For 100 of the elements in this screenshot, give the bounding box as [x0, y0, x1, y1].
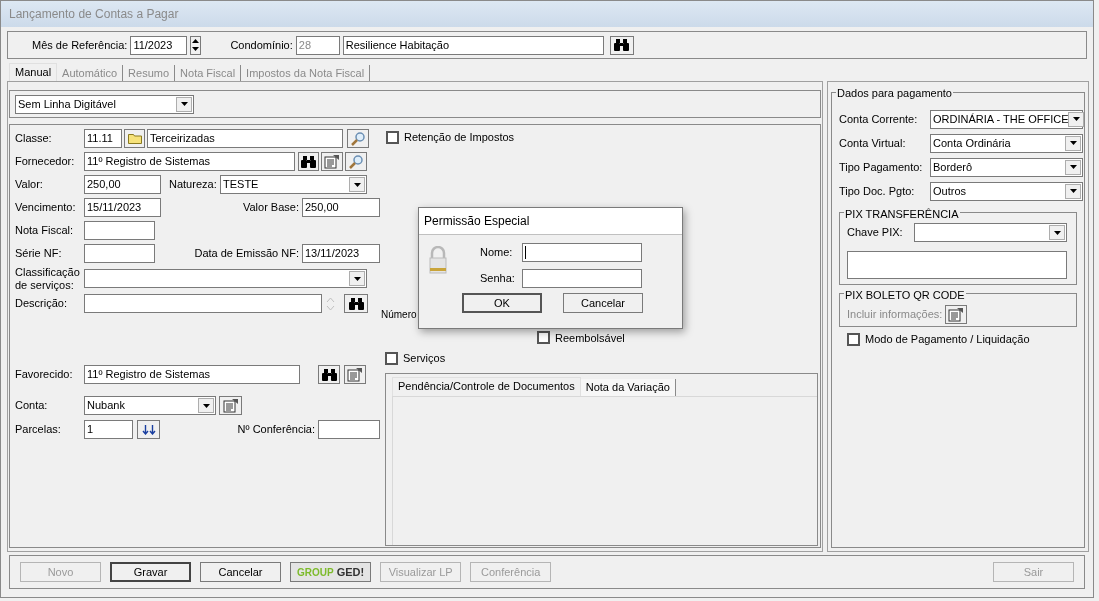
lock-icon: [429, 246, 447, 274]
tab[interactable]: Manual: [9, 63, 58, 81]
dialog-button[interactable]: OK: [462, 293, 542, 313]
field-label: Valor:: [15, 177, 44, 193]
search-button[interactable]: [609, 35, 634, 55]
field-label: Conta Corrente:: [839, 111, 919, 127]
search-icon: [351, 131, 365, 146]
caret-icon: [1069, 189, 1077, 193]
folder-button[interactable]: [124, 129, 145, 148]
binoculars-icon: [321, 368, 337, 381]
binoculars-icon: [301, 155, 316, 168]
dialog-title: Permissão Especial: [424, 213, 530, 230]
binoculars-icon: [348, 297, 364, 310]
search-icon: [349, 154, 363, 169]
tab[interactable]: Pendência/Controle de Documentos: [392, 376, 581, 396]
input-field[interactable]: 250,00: [302, 198, 380, 217]
search-button[interactable]: [344, 294, 368, 313]
input-field[interactable]: [84, 221, 155, 240]
field-label: Chave PIX:: [847, 225, 904, 241]
form-icon: [347, 367, 363, 382]
search-button[interactable]: [298, 152, 319, 171]
form-icon: [324, 154, 340, 169]
details-button[interactable]: [219, 396, 242, 415]
tab[interactable]: Nota da Variação: [580, 378, 676, 396]
checkbox[interactable]: [847, 332, 860, 346]
field-label: Descrição:: [15, 296, 68, 312]
input-field[interactable]: Resilience Habitação: [342, 35, 604, 55]
input-field[interactable]: 13/11/2023: [302, 244, 380, 263]
field-label: Parcelas:: [15, 422, 62, 438]
dialog-button[interactable]: Cancelar: [563, 293, 643, 313]
input-field[interactable]: 11/2023: [130, 35, 188, 55]
checkbox[interactable]: [537, 331, 550, 345]
field-label: Favorecido:: [15, 367, 74, 383]
input-field[interactable]: 11º Registro de Sistemas: [84, 365, 300, 384]
binoculars-icon: [614, 39, 630, 51]
field-label: Tipo Doc. Pgto:: [839, 183, 916, 199]
spinner-icon[interactable]: [190, 35, 202, 55]
caret-icon: [1073, 117, 1080, 121]
input-field[interactable]: 11º Registro de Sistemas: [84, 152, 295, 171]
checkbox[interactable]: [385, 351, 398, 365]
input-field[interactable]: [84, 244, 155, 263]
caret-icon: [180, 102, 188, 106]
field-label: Condomínio:: [230, 37, 293, 53]
field-label: Série NF:: [15, 246, 63, 262]
field-label: Natureza:: [169, 177, 218, 193]
field-label: Tipo Pagamento:: [839, 159, 924, 175]
dropdown[interactable]: Outros: [930, 181, 1083, 201]
caret-icon: [1069, 165, 1077, 169]
field-label: Mês de Referência:: [32, 37, 128, 53]
field-label: Conta:: [15, 398, 49, 414]
input-field[interactable]: 11.11: [84, 129, 122, 148]
field-label: Valor Base:: [242, 200, 299, 216]
search-button[interactable]: [318, 365, 340, 384]
dropdown[interactable]: Borderô: [930, 157, 1083, 177]
dropdown[interactable]: Conta Ordinária: [930, 133, 1083, 153]
input-field[interactable]: 1: [84, 420, 133, 439]
field-label: Incluir informações:: [847, 306, 943, 322]
field-label: Classe:: [15, 131, 53, 147]
details-button[interactable]: [321, 152, 343, 171]
input-field[interactable]: 250,00: [84, 175, 161, 194]
action-button[interactable]: Gravar: [110, 562, 191, 582]
checkbox-label: Reembolsável: [555, 330, 625, 346]
details-button[interactable]: [344, 365, 366, 384]
dropdown[interactable]: [914, 223, 1067, 242]
action-button[interactable]: Cancelar: [200, 562, 281, 582]
caret-icon: [353, 276, 361, 281]
caret-icon: [353, 182, 361, 187]
caret-icon: [1069, 141, 1077, 145]
text-area[interactable]: [847, 251, 1067, 279]
dropdown[interactable]: TESTE: [220, 175, 367, 194]
field-label: Senha:: [480, 271, 516, 287]
caret-icon: [202, 403, 210, 408]
split-button[interactable]: [137, 420, 160, 439]
form-icon: [948, 306, 965, 322]
input-field[interactable]: 15/11/2023: [84, 198, 161, 217]
field-label: Conta Virtual:: [839, 135, 907, 151]
input-field[interactable]: [318, 420, 380, 439]
field-label: Classificação de serviços:: [15, 265, 81, 292]
input-field[interactable]: [84, 294, 322, 313]
field-label: Número: [381, 307, 417, 322]
dropdown[interactable]: [84, 269, 367, 288]
input-field[interactable]: [522, 243, 642, 262]
input-field[interactable]: Terceirizadas: [147, 129, 343, 148]
input-field[interactable]: [522, 269, 642, 288]
dropdown[interactable]: Sem Linha Digitável: [15, 94, 194, 114]
double-down-arrow-icon: [141, 424, 156, 435]
field-label: Vencimento:: [15, 200, 77, 216]
checkbox[interactable]: [386, 130, 399, 144]
field-label: Data de Emissão NF:: [194, 246, 299, 262]
spinner-icon: [326, 295, 335, 312]
dropdown[interactable]: Nubank: [84, 396, 216, 415]
dropdown[interactable]: ORDINÁRIA - THE OFFICE: [930, 109, 1083, 129]
input-field[interactable]: 28: [295, 35, 340, 55]
field-label: Fornecedor:: [15, 154, 76, 170]
checkbox-label: Retenção de Impostos: [404, 130, 515, 145]
field-label: Nome:: [480, 245, 514, 261]
checkbox-label: Serviços: [403, 351, 446, 366]
ged-logo-button[interactable]: GROUP GED!: [290, 562, 372, 582]
checkbox-label: Modo de Pagamento / Liquidação: [865, 332, 1030, 347]
details-button[interactable]: [945, 304, 968, 324]
